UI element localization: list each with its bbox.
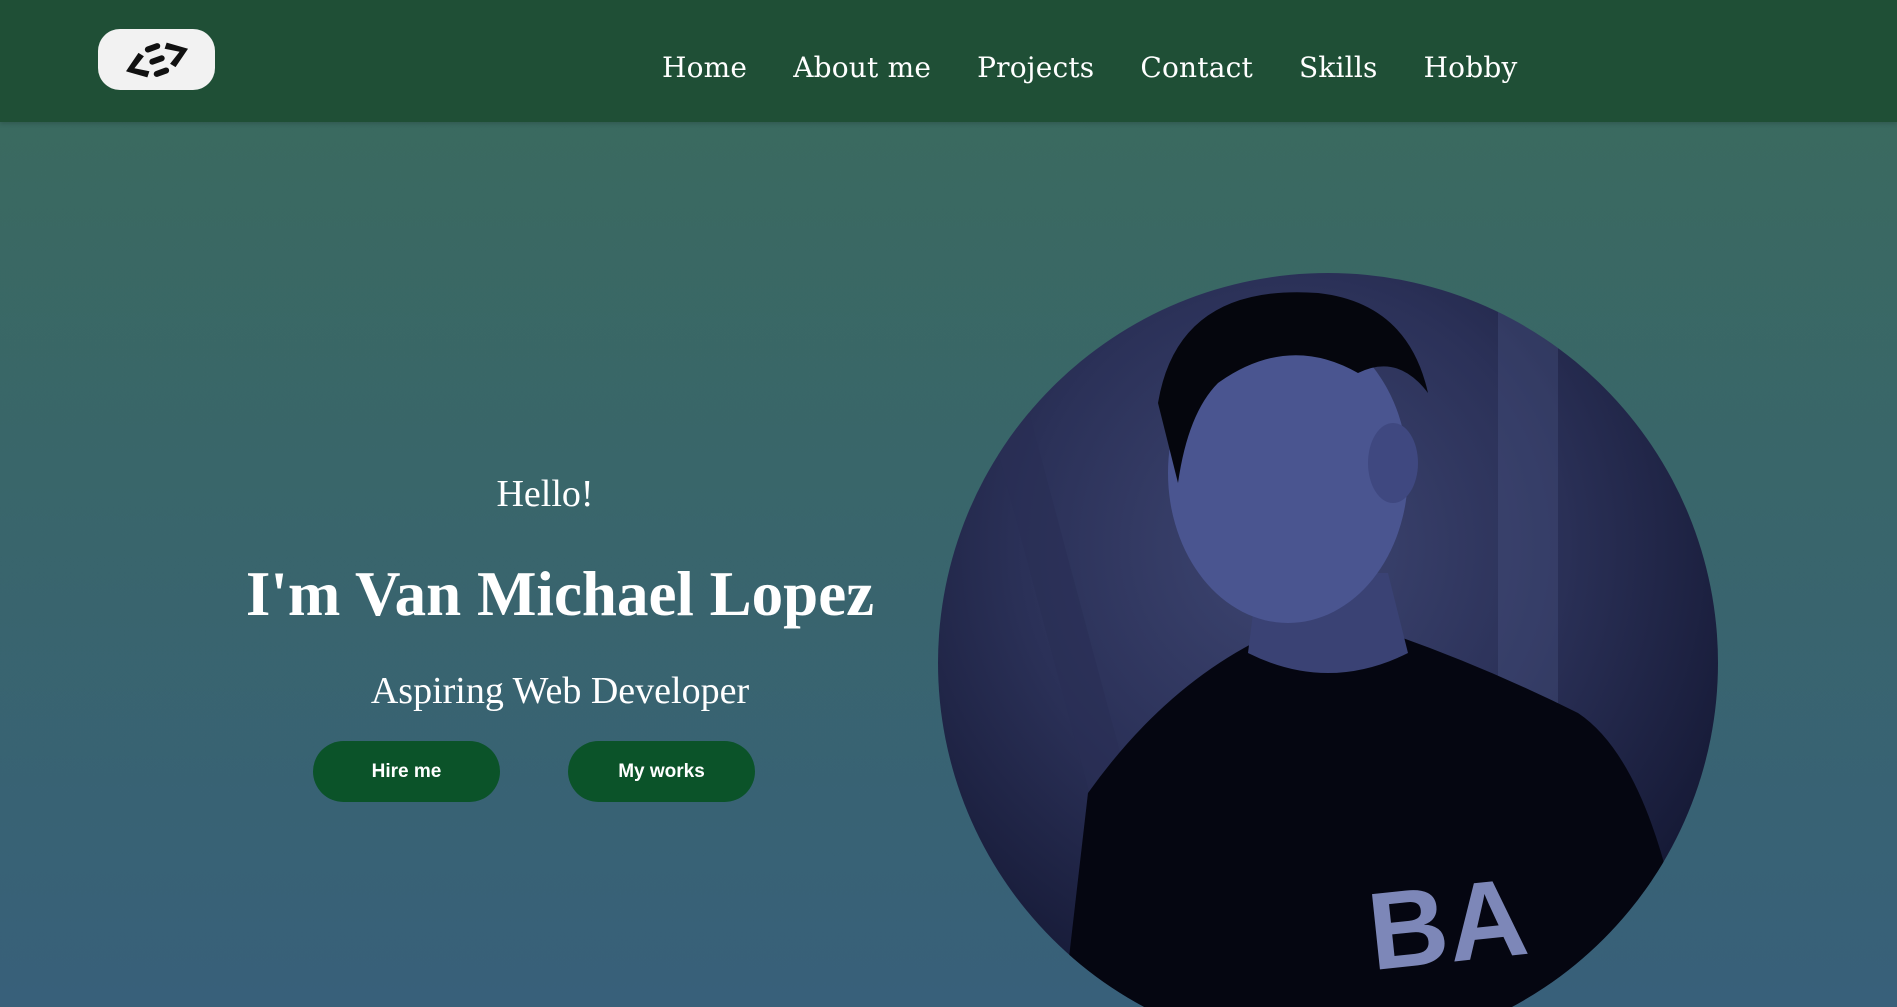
my-works-button[interactable]: My works — [568, 741, 755, 802]
nav-about-me[interactable]: About me — [793, 48, 931, 88]
nav-projects[interactable]: Projects — [977, 48, 1094, 88]
code-brackets-logo-icon — [125, 42, 188, 77]
hero-role: Aspiring Web Developer — [370, 670, 750, 712]
nav-skills[interactable]: Skills — [1299, 48, 1378, 88]
main-nav: Home About me Projects Contact Skills Ho… — [662, 48, 1518, 88]
site-logo[interactable] — [98, 29, 215, 90]
profile-photo: BA — [938, 273, 1718, 1007]
hero-name: I'm Van Michael Lopez — [245, 559, 875, 629]
hire-me-button[interactable]: Hire me — [313, 741, 500, 802]
navbar: Home About me Projects Contact Skills Ho… — [0, 0, 1897, 122]
hero-greeting: Hello! — [496, 473, 594, 515]
nav-contact[interactable]: Contact — [1140, 48, 1253, 88]
shirt-print-text: BA — [1362, 855, 1533, 994]
nav-home[interactable]: Home — [662, 48, 747, 88]
profile-portrait-illustration: BA — [970, 273, 1693, 1007]
nav-hobby[interactable]: Hobby — [1424, 48, 1518, 88]
hero-intro: Hello! I'm Van Michael Lopez Aspiring We… — [230, 470, 890, 715]
